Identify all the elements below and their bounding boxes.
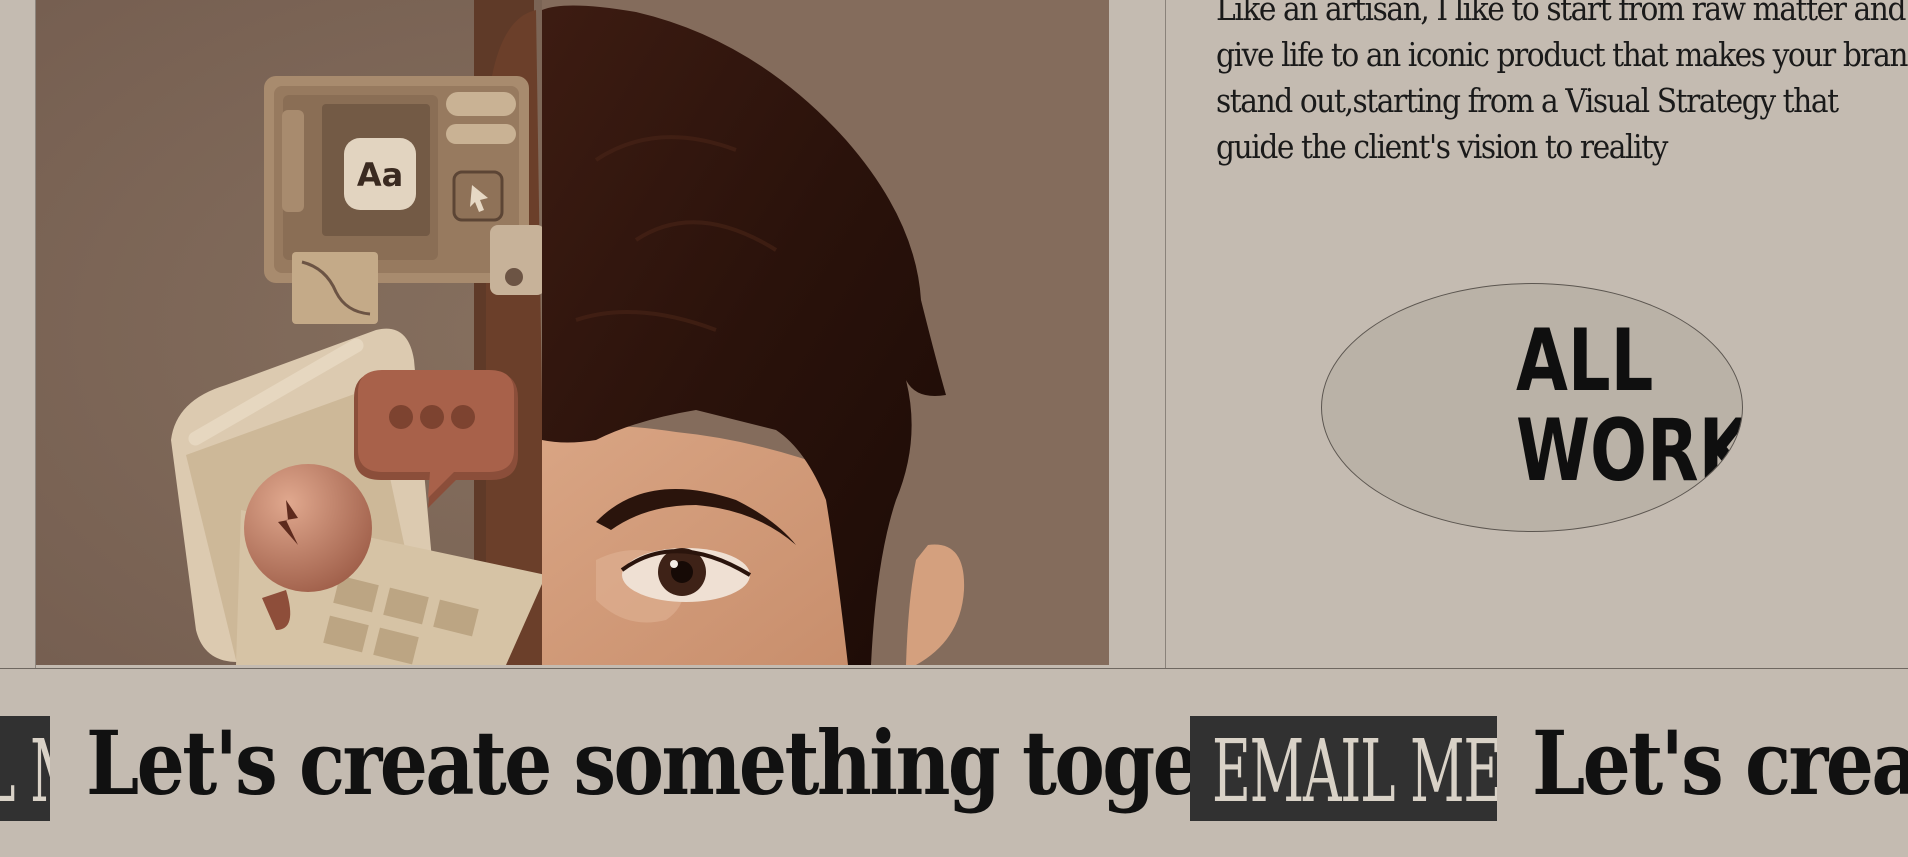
intro-line: Like an artisan, I like to start from ra…: [1216, 0, 1907, 28]
all-work-label-line2: WORK: [1516, 401, 1743, 501]
all-work-label-line1: ALL: [1516, 311, 1654, 411]
intro-line: guide the client's vision to reality: [1216, 127, 1668, 166]
font-icon-label: Aa: [357, 156, 403, 194]
marquee-phrase: Let's create something together: [86, 711, 1368, 815]
intro-line: stand out,starting from a Visual Strateg…: [1216, 81, 1839, 120]
column-divider: [1165, 0, 1166, 668]
top-section: Aa Like an artisan, I like to start from…: [0, 0, 1908, 668]
intro-text: Like an artisan, I like to start from ra…: [1216, 0, 1908, 170]
email-me-label: EMAIL ME: [1212, 722, 1497, 821]
all-work-button[interactable]: ALL WORK: [1321, 283, 1743, 532]
email-me-label: EMAIL ME: [0, 729, 50, 815]
marquee-phrase: Let's create something together: [1532, 711, 1908, 815]
hero-illustration: Aa: [36, 0, 1109, 665]
marquee-track: EMAIL ME Let's create something together…: [0, 669, 1908, 857]
intro-line: give life to an iconic product that make…: [1216, 35, 1908, 74]
contact-marquee: EMAIL ME Let's create something together…: [0, 669, 1908, 857]
email-me-button[interactable]: EMAIL ME: [0, 716, 50, 821]
email-me-button[interactable]: EMAIL ME: [1190, 716, 1497, 821]
hero-illustration-art: Aa: [36, 0, 1109, 665]
page: Aa Like an artisan, I like to start from…: [0, 0, 1908, 857]
